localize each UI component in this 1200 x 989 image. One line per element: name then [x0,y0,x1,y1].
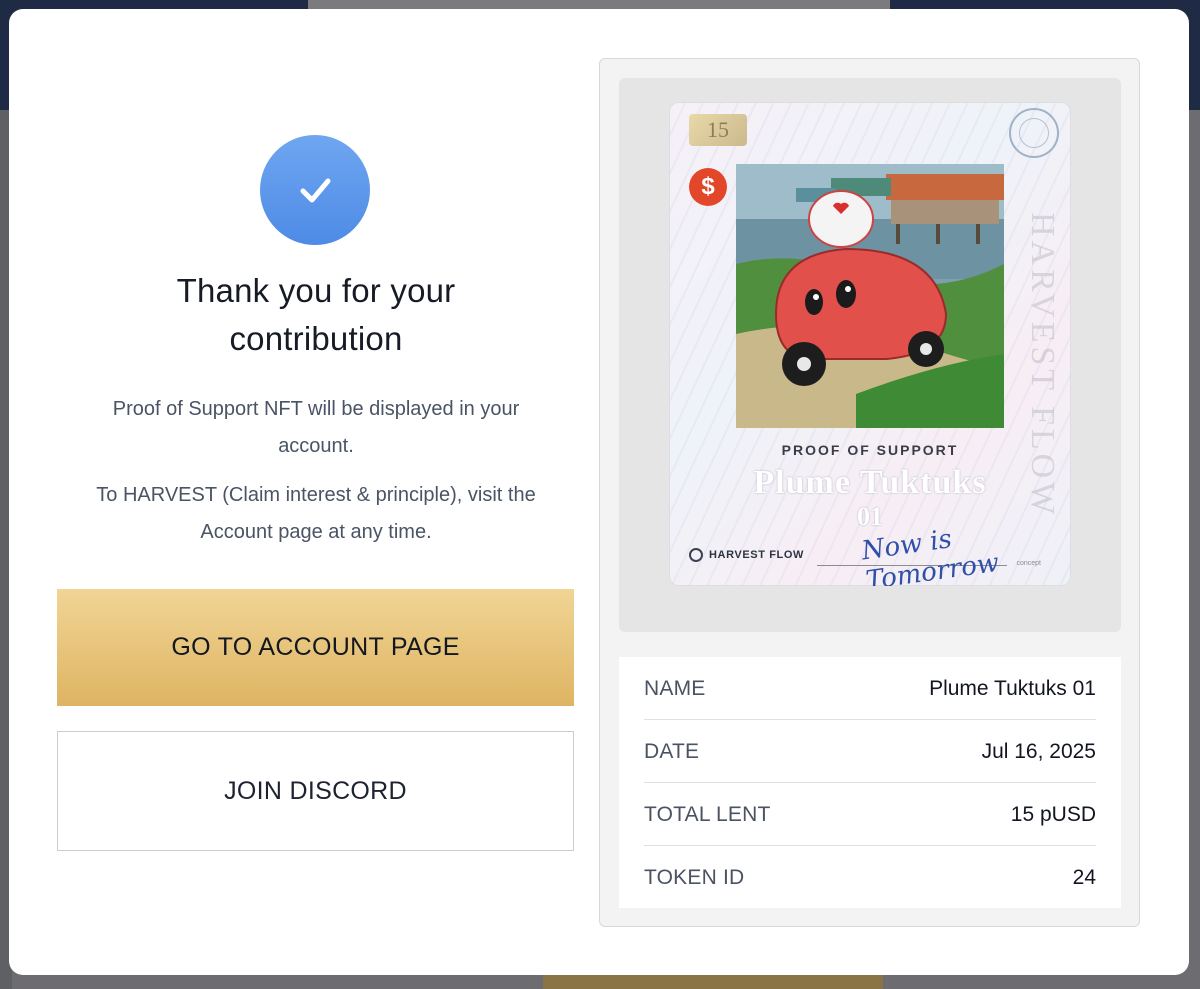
harvest-note: To HARVEST (Claim interest & principle),… [57,477,575,551]
harvest-flow-logo-icon [689,548,703,562]
signature-tag: concept [1016,560,1041,567]
check-icon [260,135,370,245]
detail-value: Plume Tuktuks 01 [929,676,1096,700]
nft-title: Plume Tuktuks [753,464,987,501]
nft-details-table: NAME Plume Tuktuks 01 DATE Jul 16, 2025 … [619,657,1121,908]
title-line-1: Thank you for your [176,272,456,309]
nft-display-note: Proof of Support NFT will be displayed i… [57,391,575,465]
detail-value: 15 pUSD [1010,802,1096,826]
detail-label: DATE [644,739,700,763]
nft-image-frame: HARVEST FLOW 15 $ PROOF OF SUPPORT Plume… [619,78,1121,632]
modal-title: Thank you for your contribution [57,267,575,363]
nft-artwork [736,164,1004,428]
detail-row-token-id: TOKEN ID 24 [644,846,1096,909]
nft-value-badge: 15 [689,114,747,146]
nft-image: HARVEST FLOW 15 $ PROOF OF SUPPORT Plume… [669,102,1071,586]
contribution-success-modal: Thank you for your contribution Proof of… [9,9,1189,975]
detail-label: TOKEN ID [644,865,745,889]
desc-line-1: Proof of Support NFT will be displayed i… [112,398,520,420]
brand-label: HARVEST FLOW [709,549,804,561]
dollar-icon: $ [689,168,727,206]
detail-label: NAME [644,676,706,700]
desc-line-2: account. [278,435,354,457]
detail-value: Jul 16, 2025 [981,739,1096,763]
harvest-flow-brand: HARVEST FLOW [689,548,804,562]
tuktuk-illustration [736,164,1004,428]
detail-row-date: DATE Jul 16, 2025 [644,720,1096,783]
proof-of-support-label: PROOF OF SUPPORT [781,442,959,458]
join-discord-button[interactable]: JOIN DISCORD [57,731,574,851]
desc-line-3: To HARVEST (Claim interest & principle),… [96,484,536,506]
confirmation-panel: Thank you for your contribution Proof of… [57,9,575,975]
globe-icon [1009,108,1059,158]
detail-label: TOTAL LENT [644,802,771,826]
go-to-account-page-button[interactable]: GO TO ACCOUNT PAGE [57,589,574,706]
title-line-2: contribution [229,320,403,357]
nft-summary-card: HARVEST FLOW 15 $ PROOF OF SUPPORT Plume… [599,58,1140,927]
detail-row-total-lent: TOTAL LENT 15 pUSD [644,783,1096,846]
detail-row-name: NAME Plume Tuktuks 01 [644,657,1096,720]
desc-line-4: Account page at any time. [200,521,432,543]
detail-value: 24 [1072,865,1096,889]
